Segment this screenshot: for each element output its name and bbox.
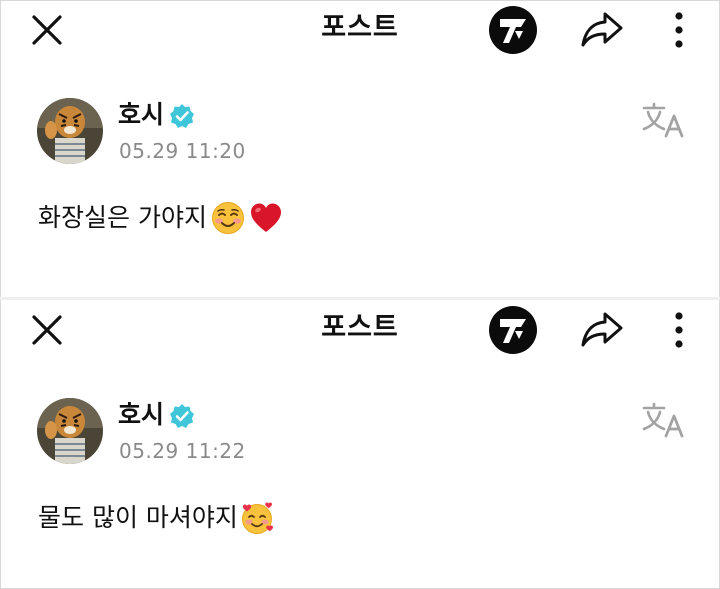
smiling-face-with-hearts-icon xyxy=(241,502,273,534)
author-row: 호시 xyxy=(118,398,195,432)
seventeen-logo-icon xyxy=(500,319,526,343)
author-row: 호시 xyxy=(118,98,195,132)
more-vertical-icon xyxy=(675,12,683,48)
author-name[interactable]: 호시 xyxy=(118,399,164,431)
brand-logo-button[interactable] xyxy=(489,306,537,354)
post-timestamp: 05.29 11:22 xyxy=(119,439,246,463)
verified-badge-icon xyxy=(170,104,195,128)
more-vertical-icon xyxy=(675,312,683,348)
brand-logo-button[interactable] xyxy=(489,6,537,54)
smiling-face-icon xyxy=(211,202,244,234)
translate-icon xyxy=(642,402,684,438)
post-text: 화장실은 가야지 xyxy=(38,200,283,236)
translate-button[interactable] xyxy=(640,400,688,440)
tiger-avatar-icon xyxy=(37,98,103,164)
post-card-1: 포스트 호시 05.29 11:20 화장실은 가야지 xyxy=(0,0,720,295)
post-header: 포스트 xyxy=(0,0,720,58)
post-text-content: 물도 많이 마셔야지 xyxy=(38,503,238,532)
red-heart-icon xyxy=(250,203,281,232)
more-options-button[interactable] xyxy=(664,308,694,352)
post-text: 물도 많이 마셔야지 xyxy=(38,500,274,536)
verified-badge-icon xyxy=(170,404,195,428)
post-timestamp: 05.29 11:20 xyxy=(119,139,246,163)
seventeen-logo-icon xyxy=(500,19,526,43)
share-icon xyxy=(581,12,623,47)
author-name[interactable]: 호시 xyxy=(118,99,164,131)
avatar[interactable] xyxy=(37,98,103,164)
translate-button[interactable] xyxy=(640,100,688,140)
post-header: 포스트 xyxy=(0,300,720,358)
translate-icon xyxy=(642,102,684,138)
avatar[interactable] xyxy=(37,398,103,464)
share-icon xyxy=(581,312,623,347)
post-card-2: 포스트 호시 05.29 11:22 물도 많이 마셔야지 xyxy=(0,300,720,589)
share-button[interactable] xyxy=(578,8,626,50)
more-options-button[interactable] xyxy=(664,8,694,52)
post-text-content: 화장실은 가야지 xyxy=(38,203,207,232)
tiger-avatar-icon xyxy=(37,398,103,464)
share-button[interactable] xyxy=(578,308,626,350)
